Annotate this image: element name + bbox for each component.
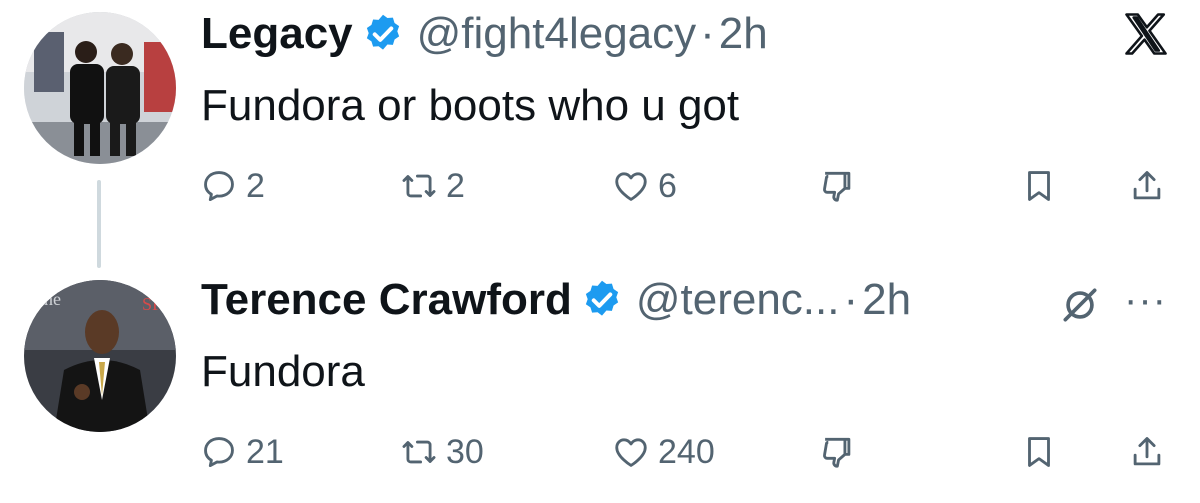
retweet-icon bbox=[400, 433, 438, 471]
separator-dot: · bbox=[700, 9, 715, 58]
share-icon bbox=[1128, 167, 1166, 205]
like-button[interactable]: 6 bbox=[612, 164, 677, 208]
share-icon bbox=[1128, 433, 1166, 471]
tweet-text: Fundora or boots who u got bbox=[201, 81, 740, 130]
retweet-icon bbox=[400, 167, 438, 205]
bookmark-icon bbox=[1020, 433, 1058, 471]
separator-dot: · bbox=[843, 275, 859, 324]
timestamp[interactable]: 2h bbox=[719, 8, 768, 60]
handle[interactable]: @terenc... bbox=[636, 274, 840, 326]
x-logo-icon[interactable] bbox=[1120, 8, 1172, 60]
verified-badge-icon bbox=[580, 278, 624, 322]
like-count: 240 bbox=[658, 432, 715, 471]
like-count: 6 bbox=[658, 166, 677, 205]
dislike-button[interactable] bbox=[818, 430, 856, 474]
thumbs-down-icon bbox=[818, 167, 856, 205]
tweet-header: Terence Crawford @terenc... · 2h bbox=[201, 274, 911, 326]
bookmark-icon bbox=[1020, 167, 1058, 205]
heart-icon bbox=[612, 167, 650, 205]
verified-badge-icon bbox=[361, 12, 405, 56]
tweet-text: Fundora bbox=[201, 347, 365, 396]
like-button[interactable]: 240 bbox=[612, 430, 715, 474]
thread-connector bbox=[97, 180, 101, 268]
tweet-header: Legacy @fight4legacy · 2h bbox=[201, 8, 768, 60]
reply-icon bbox=[200, 433, 238, 471]
retweet-count: 30 bbox=[446, 432, 484, 471]
retweet-button[interactable]: 2 bbox=[400, 164, 465, 208]
share-button[interactable] bbox=[1128, 164, 1166, 208]
reply-button[interactable]: 2 bbox=[200, 164, 265, 208]
bookmark-button[interactable] bbox=[1020, 430, 1058, 474]
grok-icon[interactable] bbox=[1058, 283, 1102, 327]
avatar[interactable] bbox=[24, 12, 176, 164]
tweet-actions: 21 30 240 bbox=[0, 430, 1200, 474]
more-icon[interactable]: ··· bbox=[1124, 278, 1167, 322]
bookmark-button[interactable] bbox=[1020, 164, 1058, 208]
reply-count: 2 bbox=[246, 166, 265, 205]
display-name[interactable]: Legacy bbox=[201, 8, 353, 60]
timestamp[interactable]: 2h bbox=[862, 274, 911, 326]
reply-icon bbox=[200, 167, 238, 205]
avatar[interactable]: ne SP bbox=[24, 280, 176, 432]
share-button[interactable] bbox=[1128, 430, 1166, 474]
handle[interactable]: @fight4legacy bbox=[417, 8, 697, 60]
heart-icon bbox=[612, 433, 650, 471]
reply-count: 21 bbox=[246, 432, 284, 471]
dislike-button[interactable] bbox=[818, 164, 856, 208]
svg-text:ne: ne bbox=[44, 289, 61, 309]
svg-text:SP: SP bbox=[142, 294, 162, 314]
retweet-count: 2 bbox=[446, 166, 465, 205]
reply-button[interactable]: 21 bbox=[200, 430, 284, 474]
display-name[interactable]: Terence Crawford bbox=[201, 274, 572, 326]
tweet-actions: 2 2 6 bbox=[0, 164, 1200, 208]
thumbs-down-icon bbox=[818, 433, 856, 471]
retweet-button[interactable]: 30 bbox=[400, 430, 484, 474]
